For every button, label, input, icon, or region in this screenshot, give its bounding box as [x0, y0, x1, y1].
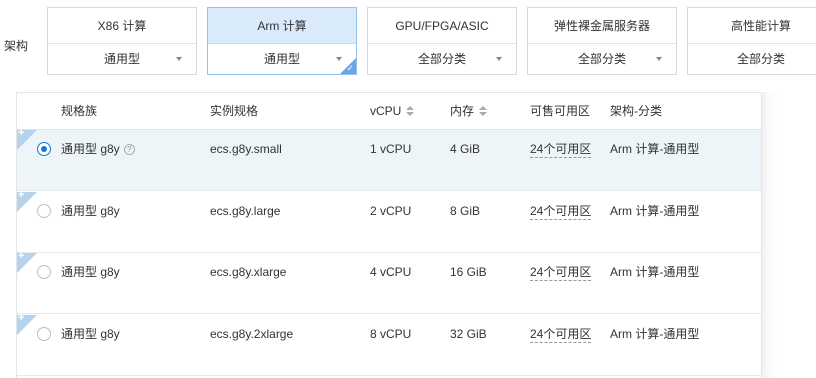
chevron-down-icon — [176, 57, 182, 61]
cell-family: 通用型 g8y? — [61, 142, 135, 156]
arch-category-dropdown[interactable]: 通用型 — [48, 44, 196, 74]
cell-family: 通用型 g8y — [61, 327, 120, 341]
arch-option-hpc[interactable]: 高性能计算 全部分类 — [687, 7, 816, 75]
table-scroll-shadow — [762, 92, 816, 378]
arch-category-value: 通用型 — [103, 52, 140, 66]
sort-icon[interactable] — [406, 105, 415, 116]
cell-zones-link[interactable]: 24个可用区 — [530, 204, 592, 220]
plus-icon: + — [18, 250, 25, 262]
column-header-vcpu[interactable]: vCPU — [370, 93, 415, 130]
table-row[interactable]: + 通用型 g8y ecs.g8y.2xlarge 8 vCPU 32 GiB … — [17, 312, 761, 376]
arch-option-title: X86 计算 — [48, 8, 196, 44]
cell-vcpu: 2 vCPU — [370, 204, 412, 218]
cell-arch: Arm 计算-通用型 — [610, 265, 700, 279]
arch-option-gpu[interactable]: GPU/FPGA/ASIC 全部分类 — [367, 7, 517, 75]
check-icon: ✓ — [346, 63, 354, 73]
cell-vcpu: 4 vCPU — [370, 265, 412, 279]
table-header: 规格族 实例规格 vCPU 内存 可售可用区 架构-分类 — [17, 93, 761, 130]
arch-option-bare-metal[interactable]: 弹性裸金属服务器 全部分类 — [527, 7, 677, 75]
row-radio[interactable] — [37, 204, 51, 218]
arch-option-title: 弹性裸金属服务器 — [528, 8, 676, 44]
chevron-down-icon — [496, 57, 502, 61]
plus-icon: + — [18, 127, 25, 139]
arch-category-dropdown[interactable]: 全部分类 — [528, 44, 676, 74]
row-radio[interactable] — [37, 327, 51, 341]
cell-zones-link[interactable]: 24个可用区 — [530, 142, 592, 158]
arch-category-value: 全部分类 — [736, 52, 785, 66]
cell-zones-link[interactable]: 24个可用区 — [530, 327, 592, 343]
table-row[interactable]: + 通用型 g8y ecs.g8y.large 2 vCPU 8 GiB 24个… — [17, 189, 761, 253]
arch-category-dropdown[interactable]: 全部分类 — [368, 44, 516, 74]
cell-vcpu: 1 vCPU — [370, 142, 412, 156]
cell-spec: ecs.g8y.xlarge — [210, 265, 287, 279]
arch-category-value: 通用型 — [263, 52, 300, 66]
column-header-memory-label: 内存 — [450, 104, 475, 118]
row-radio[interactable] — [37, 142, 51, 156]
row-radio[interactable] — [37, 265, 51, 279]
arch-option-arm[interactable]: Arm 计算 通用型 ✓ — [207, 7, 357, 75]
cell-family: 通用型 g8y — [61, 204, 120, 218]
arch-category-dropdown[interactable]: 通用型 — [208, 44, 356, 74]
plus-icon: + — [18, 189, 25, 201]
plus-icon: + — [18, 312, 25, 324]
cell-arch: Arm 计算-通用型 — [610, 327, 700, 341]
cell-spec: ecs.g8y.small — [210, 142, 282, 156]
cell-arch: Arm 计算-通用型 — [610, 142, 700, 156]
column-header-zones: 可售可用区 — [530, 104, 591, 118]
cell-memory: 16 GiB — [450, 265, 487, 279]
cell-memory: 8 GiB — [450, 204, 481, 218]
arch-option-title: GPU/FPGA/ASIC — [368, 8, 516, 44]
instance-type-table: 规格族 实例规格 vCPU 内存 可售可用区 架构-分类 + 通用型 g8y? … — [16, 92, 762, 378]
arch-option-title: Arm 计算 — [208, 8, 356, 44]
cell-vcpu: 8 vCPU — [370, 327, 412, 341]
column-header-spec: 实例规格 — [210, 104, 259, 118]
architecture-label: 架构 — [4, 39, 29, 53]
cell-memory: 32 GiB — [450, 327, 487, 341]
cell-family: 通用型 g8y — [61, 265, 120, 279]
cell-spec: ecs.g8y.large — [210, 204, 281, 218]
cell-spec: ecs.g8y.2xlarge — [210, 327, 294, 341]
arch-option-x86[interactable]: X86 计算 通用型 — [47, 7, 197, 75]
column-header-vcpu-label: vCPU — [370, 104, 402, 118]
table-row[interactable]: + 通用型 g8y ecs.g8y.xlarge 4 vCPU 16 GiB 2… — [17, 250, 761, 314]
table-row[interactable]: + 通用型 g8y? ecs.g8y.small 1 vCPU 4 GiB 24… — [17, 127, 761, 191]
cell-arch: Arm 计算-通用型 — [610, 204, 700, 218]
column-header-arch: 架构-分类 — [610, 104, 662, 118]
cell-zones-link[interactable]: 24个可用区 — [530, 265, 592, 281]
column-header-memory[interactable]: 内存 — [450, 93, 488, 130]
arch-category-value: 全部分类 — [577, 52, 626, 66]
sort-icon[interactable] — [479, 105, 488, 116]
arch-category-dropdown[interactable]: 全部分类 — [688, 44, 816, 74]
help-icon[interactable]: ? — [123, 144, 135, 155]
arch-category-value: 全部分类 — [417, 52, 466, 66]
column-header-family: 规格族 — [61, 104, 98, 118]
chevron-down-icon — [656, 57, 662, 61]
cell-family-text: 通用型 g8y — [61, 142, 120, 156]
cell-memory: 4 GiB — [450, 142, 481, 156]
arch-option-title: 高性能计算 — [688, 8, 816, 44]
